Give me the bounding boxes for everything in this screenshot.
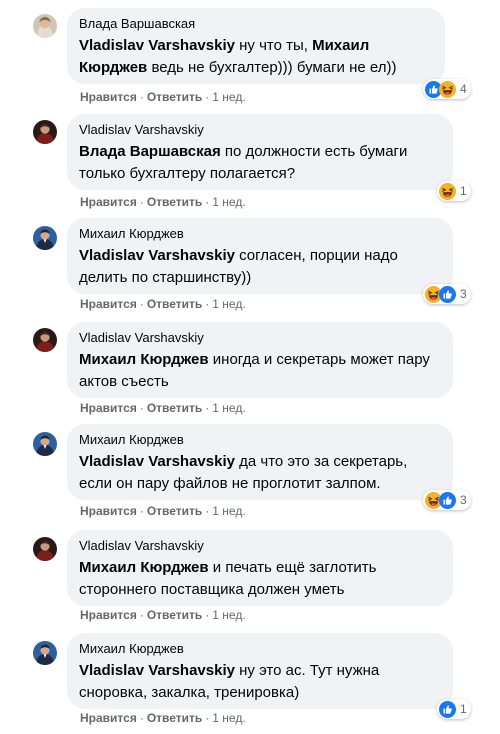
like-button[interactable]: Нравится (80, 608, 137, 622)
comment-time[interactable]: 1 нед. (212, 297, 245, 311)
comment-time[interactable]: 1 нед. (212, 401, 245, 415)
avatar[interactable] (33, 14, 57, 38)
avatar[interactable] (33, 537, 57, 561)
reaction-summary[interactable]: 3 (423, 284, 471, 304)
reaction-count: 1 (460, 184, 467, 198)
reaction-count: 3 (460, 287, 467, 301)
reply-button[interactable]: Ответить (147, 195, 202, 209)
comment-text: Vladislav Varshavskiy согласен, порции н… (79, 247, 398, 286)
like-button[interactable]: Нравится (80, 90, 137, 104)
comment-text: Михаил Кюрджев и печать ещё заглотить ст… (79, 559, 377, 598)
comment-actions: Нравится · Ответить · 1 нед. (80, 608, 246, 622)
comment-time[interactable]: 1 нед. (212, 195, 245, 209)
comment-author[interactable]: Влада Варшавская (79, 16, 433, 32)
mention[interactable]: Vladislav Varshavskiy (79, 453, 235, 470)
comment-bubble: Vladislav Varshavskiy Влада Варшавская п… (67, 114, 453, 190)
like-icon (439, 286, 456, 303)
reaction-count: 4 (460, 82, 467, 96)
like-icon (439, 492, 456, 509)
reaction-count: 1 (460, 702, 467, 716)
reaction-summary[interactable]: 1 (437, 181, 471, 201)
avatar[interactable] (33, 120, 57, 144)
reply-button[interactable]: Ответить (147, 297, 202, 311)
comment-bubble: Михаил Кюрджев Vladislav Varshavskiy сог… (67, 218, 453, 294)
mention[interactable]: Михаил Кюрджев (79, 351, 209, 368)
haha-icon (439, 183, 456, 200)
reply-button[interactable]: Ответить (147, 504, 202, 518)
mention[interactable]: Vladislav Varshavskiy (79, 662, 235, 679)
like-icon (439, 701, 456, 718)
comment-text: Влада Варшавская по должности есть бумаг… (79, 143, 408, 182)
comment-text: Vladislav Varshavskiy да что это за секр… (79, 453, 408, 492)
comment-bubble: Vladislav Varshavskiy Михаил Кюрджев ино… (67, 322, 453, 398)
comment-text: Михаил Кюрджев иногда и секретарь может … (79, 351, 430, 390)
comment-author[interactable]: Vladislav Varshavskiy (79, 122, 441, 138)
avatar[interactable] (33, 328, 57, 352)
comment-time[interactable]: 1 нед. (212, 608, 245, 622)
comment-author[interactable]: Vladislav Varshavskiy (79, 330, 441, 346)
comment-time[interactable]: 1 нед. (212, 711, 245, 725)
avatar[interactable] (33, 226, 57, 250)
comment-author[interactable]: Михаил Кюрджев (79, 432, 441, 448)
reply-button[interactable]: Ответить (147, 608, 202, 622)
man-dark-photo-icon (33, 120, 57, 144)
man-blue-photo-icon (33, 641, 57, 665)
mention[interactable]: Михаил Кюрджев (79, 559, 209, 576)
comment-actions: Нравится · Ответить · 1 нед. (80, 504, 246, 518)
like-button[interactable]: Нравится (80, 711, 137, 725)
like-button[interactable]: Нравится (80, 401, 137, 415)
reaction-summary[interactable]: 4 (423, 79, 471, 99)
comment-time[interactable]: 1 нед. (212, 504, 245, 518)
comment-actions: Нравится · Ответить · 1 нед. (80, 401, 246, 415)
comment-text: Vladislav Varshavskiy ну что ты, Михаил … (79, 37, 397, 76)
comment-bubble: Vladislav Varshavskiy Михаил Кюрджев и п… (67, 530, 453, 606)
comment-actions: Нравится · Ответить · 1 нед. (80, 297, 246, 311)
comment-text: Vladislav Varshavskiy ну это ас. Тут нуж… (79, 662, 380, 701)
like-button[interactable]: Нравится (80, 297, 137, 311)
comment-time[interactable]: 1 нед. (212, 90, 245, 104)
comment-author[interactable]: Михаил Кюрджев (79, 226, 441, 242)
like-button[interactable]: Нравится (80, 195, 137, 209)
reaction-summary[interactable]: 3 (423, 490, 471, 510)
reply-button[interactable]: Ответить (147, 90, 202, 104)
man-dark-photo-icon (33, 537, 57, 561)
comment-bubble: Михаил Кюрджев Vladislav Varshavskiy да … (67, 424, 453, 500)
reply-button[interactable]: Ответить (147, 401, 202, 415)
mention[interactable]: Влада Варшавская (79, 143, 221, 160)
comment-actions: Нравится · Ответить · 1 нед. (80, 711, 246, 725)
haha-icon (439, 81, 456, 98)
mention[interactable]: Vladislav Varshavskiy (79, 37, 235, 54)
mention[interactable]: Vladislav Varshavskiy (79, 247, 235, 264)
avatar[interactable] (33, 641, 57, 665)
avatar[interactable] (33, 432, 57, 456)
comment-author[interactable]: Михаил Кюрджев (79, 641, 441, 657)
reply-button[interactable]: Ответить (147, 711, 202, 725)
man-blue-photo-icon (33, 226, 57, 250)
man-dark-photo-icon (33, 328, 57, 352)
woman-photo-icon (33, 14, 57, 38)
comment-actions: Нравится · Ответить · 1 нед. (80, 195, 246, 209)
reaction-summary[interactable]: 1 (437, 699, 471, 719)
reaction-count: 3 (460, 493, 467, 507)
comment-author[interactable]: Vladislav Varshavskiy (79, 538, 441, 554)
comment-bubble: Михаил Кюрджев Vladislav Varshavskiy ну … (67, 633, 453, 709)
man-blue-photo-icon (33, 432, 57, 456)
comment-bubble: Влада Варшавская Vladislav Varshavskiy н… (67, 8, 445, 84)
comment-actions: Нравится · Ответить · 1 нед. (80, 90, 246, 104)
like-button[interactable]: Нравится (80, 504, 137, 518)
